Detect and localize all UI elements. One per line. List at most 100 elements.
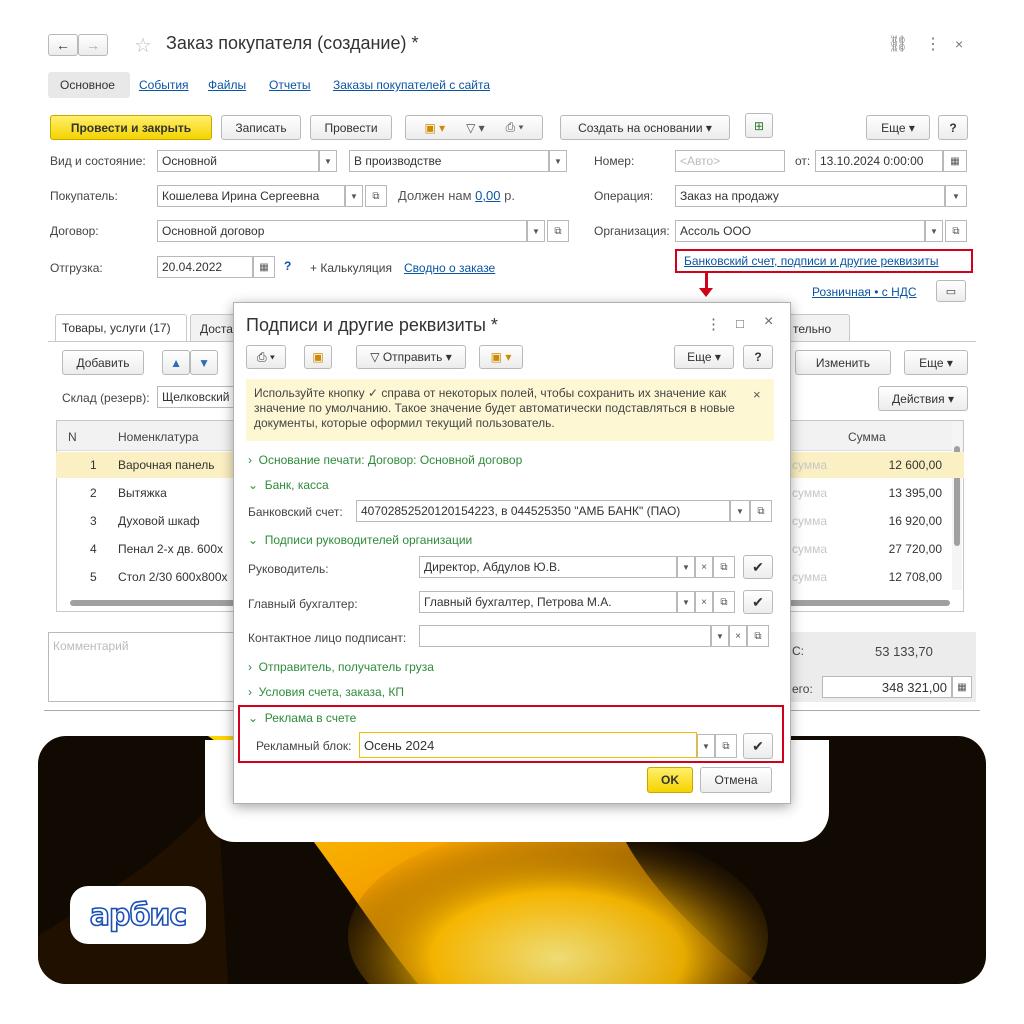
tab-files[interactable]: Файлы (208, 78, 246, 92)
head-save-default-button[interactable]: ✔ (743, 555, 773, 579)
owes-amount[interactable]: 0,00 (475, 188, 500, 203)
move-down-button[interactable]: ▼ (190, 350, 218, 375)
tab-site-orders[interactable]: Заказы покупателей с сайта (333, 78, 490, 92)
accountant-field[interactable]: Главный бухгалтер, Петрова М.А. (419, 591, 677, 613)
head-field[interactable]: Директор, Абдулов Ю.В. (419, 556, 677, 578)
total-calc-icon[interactable]: ▦ (952, 676, 972, 698)
ad-block-dropdown[interactable]: ▼ (697, 734, 715, 758)
kebab-menu-icon[interactable]: ⋮ (925, 34, 941, 54)
col-nom-header[interactable]: Номенклатура (118, 430, 199, 444)
contact-field[interactable] (419, 625, 711, 647)
copy-icon[interactable]: ▣ ▾ (424, 121, 445, 135)
shipment-calendar-icon[interactable]: ▦ (253, 256, 275, 278)
accountant-clear-icon[interactable]: × (695, 591, 713, 613)
more-button[interactable]: Еще ▾ (866, 115, 930, 140)
post-and-close-button[interactable]: Провести и закрыть (50, 115, 212, 140)
section-cargo[interactable]: › Отправитель, получатель груза (248, 660, 434, 674)
shipment-field[interactable]: 20.04.2022 (157, 256, 253, 278)
bank-account-dropdown[interactable]: ▼ (730, 500, 750, 522)
send-icon[interactable]: ▽ ▾ (466, 121, 485, 135)
dialog-send-button[interactable]: ▽ Отправить ▾ (356, 345, 466, 369)
bank-details-link[interactable]: Банковский счет, подписи и другие реквиз… (684, 254, 939, 268)
org-dropdown[interactable]: ▼ (925, 220, 943, 242)
price-type-link[interactable]: Розничная • с НДС (812, 285, 917, 299)
dialog-copy-button[interactable]: ▣ ▾ (479, 345, 523, 369)
save-button[interactable]: Записать (221, 115, 301, 140)
tab-reports[interactable]: Отчеты (269, 78, 310, 92)
bank-account-open-icon[interactable]: ⧉ (750, 500, 772, 522)
calendar-icon[interactable]: ▦ (943, 150, 967, 172)
dialog-menu-icon[interactable]: ⋮ (706, 315, 721, 333)
contract-dropdown[interactable]: ▼ (527, 220, 545, 242)
head-open-icon[interactable]: ⧉ (713, 556, 735, 578)
section-print-basis[interactable]: › Основание печати: Договор: Основной до… (248, 453, 522, 467)
head-clear-icon[interactable]: × (695, 556, 713, 578)
window-title: Заказ покупателя (создание) * (166, 33, 419, 53)
summary-link[interactable]: Сводно о заказе (404, 261, 495, 275)
actions-button[interactable]: Действия ▾ (878, 386, 968, 411)
create-based-on-button[interactable]: Создать на основании ▾ (560, 115, 730, 140)
accountant-label: Главный бухгалтер: (248, 597, 358, 611)
post-button[interactable]: Провести (310, 115, 392, 140)
ok-button[interactable]: OK (647, 767, 693, 793)
operation-field[interactable]: Заказ на продажу (675, 185, 945, 207)
tab-events[interactable]: События (139, 78, 189, 92)
accountant-dropdown[interactable]: ▼ (677, 591, 695, 613)
dialog-print-button[interactable]: ⎙ ▾ (246, 345, 286, 369)
print-menu-group[interactable]: ▣ ▾ ▽ ▾ ⎙ ▾ (405, 115, 543, 140)
kind-dropdown[interactable]: ▼ (319, 150, 337, 172)
accountant-open-icon[interactable]: ⧉ (713, 591, 735, 613)
items-more-button[interactable]: Еще ▾ (904, 350, 968, 375)
ad-block-field[interactable]: Осень 2024 (359, 732, 697, 758)
help-button[interactable]: ? (938, 115, 968, 140)
warehouse-field[interactable]: Щелковский (157, 386, 237, 408)
section-signatures[interactable]: ⌄ Подписи руководителей организации (248, 533, 472, 547)
accountant-save-default-button[interactable]: ✔ (743, 590, 773, 614)
contact-open-icon[interactable]: ⧉ (747, 625, 769, 647)
org-open-icon[interactable]: ⧉ (945, 220, 967, 242)
star-icon[interactable]: ☆ (134, 33, 152, 58)
dialog-more-button[interactable]: Еще ▾ (674, 345, 734, 369)
cancel-button[interactable]: Отмена (700, 767, 772, 793)
operation-dropdown[interactable]: ▼ (945, 185, 967, 207)
ad-block-open-icon[interactable]: ⧉ (715, 734, 737, 758)
dialog-help-button[interactable]: ? (743, 345, 773, 369)
link-icon[interactable]: ⛓ (888, 34, 908, 54)
number-field[interactable]: <Авто> (675, 150, 785, 172)
ad-block-save-default-button[interactable]: ✔ (743, 733, 773, 759)
calc-link[interactable]: + Калькуляция (310, 261, 392, 275)
date-field[interactable]: 13.10.2024 0:00:00 (815, 150, 943, 172)
add-item-button[interactable]: Добавить (62, 350, 144, 375)
contact-dropdown[interactable]: ▼ (711, 625, 729, 647)
state-field[interactable]: В производстве (349, 150, 549, 172)
section-ad[interactable]: ⌄ Реклама в счете (248, 711, 356, 725)
print-icon[interactable]: ⎙ ▾ (506, 120, 524, 135)
dialog-close-icon[interactable]: × (764, 313, 773, 331)
dialog-doc-icon[interactable]: ▣ (304, 345, 332, 369)
head-dropdown[interactable]: ▼ (677, 556, 695, 578)
col-n-header[interactable]: N (68, 430, 77, 444)
edit-item-button[interactable]: Изменить (795, 350, 891, 375)
hint-close-icon[interactable]: × (753, 387, 761, 402)
move-up-button[interactable]: ▲ (162, 350, 190, 375)
kind-field[interactable]: Основной (157, 150, 319, 172)
forward-button[interactable]: → (78, 34, 108, 56)
col-sum-header[interactable]: Сумма (848, 430, 886, 444)
section-terms[interactable]: › Условия счета, заказа, КП (248, 685, 404, 699)
section-bank[interactable]: ⌄ Банк, касса (248, 478, 329, 492)
buyer-dropdown[interactable]: ▼ (345, 185, 363, 207)
state-dropdown[interactable]: ▼ (549, 150, 567, 172)
back-button[interactable]: ← (48, 34, 78, 56)
structure-icon[interactable]: ⊞ (745, 113, 773, 138)
bank-account-field[interactable]: 40702852520120154223, в 044525350 "АМБ Б… (356, 500, 730, 522)
dialog-maximize-icon[interactable]: □ (736, 316, 744, 331)
contract-open-icon[interactable]: ⧉ (547, 220, 569, 242)
contract-field[interactable]: Основной договор (157, 220, 527, 242)
buyer-field[interactable]: Кошелева Ирина Сергеевна (157, 185, 345, 207)
buyer-open-icon[interactable]: ⧉ (365, 185, 387, 207)
price-settings-icon[interactable]: ▭ (936, 280, 966, 302)
contact-clear-icon[interactable]: × (729, 625, 747, 647)
org-field[interactable]: Ассоль ООО (675, 220, 925, 242)
shipment-help-icon[interactable]: ? (284, 259, 291, 273)
close-icon[interactable]: × (955, 36, 963, 52)
